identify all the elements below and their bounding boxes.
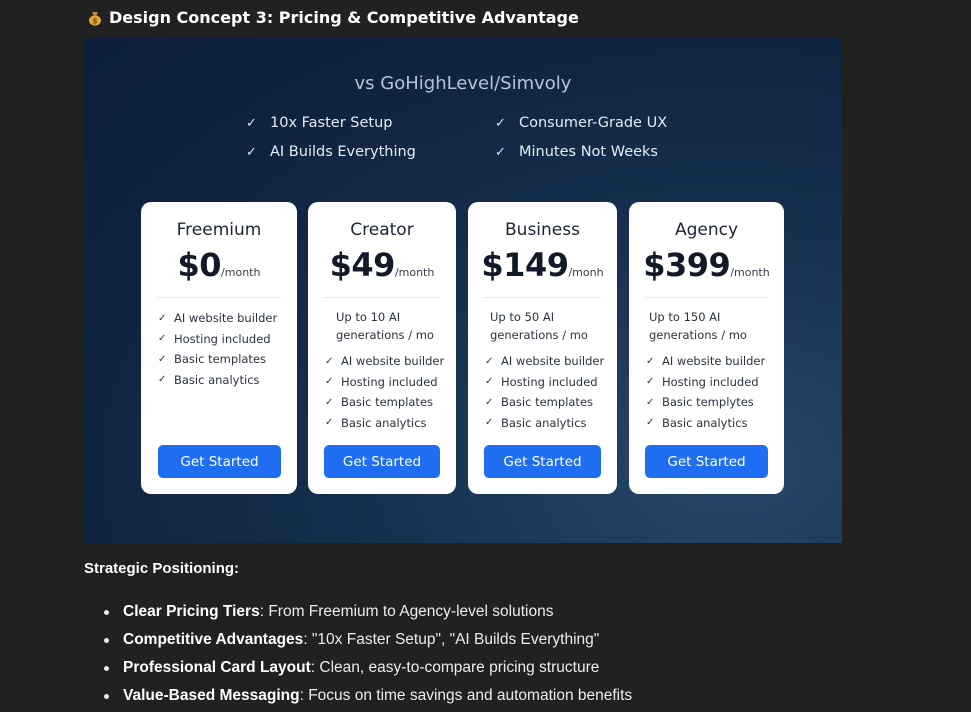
pricing-card-agency: Agency $399/month Up to 150 AI generatio… [629, 202, 784, 494]
checkmark-icon: ✓ [158, 353, 167, 365]
generation-limit: Up to 150 AI generations / mo [649, 310, 747, 342]
banner-title: vs GoHighLevel/Simvoly [354, 73, 572, 94]
feature-item: ✓ Basic templates [158, 352, 267, 367]
pricing-card-creator: Creator $49/month Up to 10 AI generation… [308, 202, 456, 494]
checkmark-icon: ✓ [485, 376, 494, 388]
plan-price: $399/month [643, 246, 770, 284]
generation-limit: Up to 10 AI generations / mo [336, 310, 434, 342]
feature-item: ✓ Hosting included [158, 331, 271, 346]
checkmark-icon: ✓ [325, 396, 334, 408]
checkmark-icon: ✓ [325, 355, 334, 367]
feature-item: ✓ Basic analytics [646, 415, 748, 430]
feature-list: ✓ AI website builder ✓ Hosting included ✓ B… [325, 351, 444, 433]
feature-item: ✓ Basic analytics [485, 415, 587, 430]
checkmark-icon: ✓ [485, 396, 494, 408]
plan-name: Freemium [176, 220, 262, 240]
bullet-icon [104, 609, 109, 615]
checkmark-icon: ✓ [325, 376, 334, 388]
feature-item: ✓ AI website builder [485, 354, 605, 369]
divider [484, 297, 601, 298]
bullet-icon [104, 665, 109, 671]
feature-item: ✓ AI website builder [325, 354, 445, 369]
plan-price: $49/month [329, 246, 435, 284]
checkmark-icon: ✓ [646, 376, 655, 388]
advantage-item: ✓ Consumer-Grade UX [495, 115, 668, 131]
feature-item: ✓ Basic analytics [158, 372, 260, 387]
list-item: Value-Based Messaging: Focus on time sav… [104, 682, 632, 710]
feature-item: ✓ Hosting included [646, 374, 759, 389]
checkmark-icon: ✓ [495, 115, 506, 131]
advantage-item: ✓ Minutes Not Weeks [495, 144, 658, 160]
checkmark-icon: ✓ [485, 417, 494, 429]
checkmark-icon: ✓ [246, 115, 257, 131]
bullet-icon [104, 693, 109, 699]
feature-item: ✓ Hosting included [325, 374, 438, 389]
plan-name: Business [505, 220, 580, 240]
feature-list: ✓ AI website builder ✓ Hosting included ✓ B… [158, 308, 277, 390]
strategy-list: Clear Pricing Tiers: From Freemium to Ag… [104, 598, 632, 710]
strategy-heading: Strategic Positioning: [84, 560, 240, 577]
feature-item: ✓ Basic templates [485, 395, 594, 410]
divider [324, 297, 440, 298]
feature-item: ✓ Basic templytes [646, 395, 754, 410]
svg-text:$: $ [92, 16, 97, 25]
checkmark-icon: ✓ [158, 333, 167, 345]
divider [157, 297, 281, 298]
feature-list: ✓ AI website builder ✓ Hosting included ✓ B… [646, 351, 765, 433]
checkmark-icon: ✓ [495, 144, 506, 160]
pricing-banner-image: vs GoHighLevel/Simvoly ✓ 10x Faster Setu… [84, 38, 842, 543]
checkmark-icon: ✓ [158, 374, 167, 386]
feature-list: ✓ AI website builder ✓ Hosting included ✓ B… [485, 351, 604, 433]
generation-limit: Up to 50 AI generations / mo [490, 310, 588, 342]
get-started-button[interactable]: Get Started [158, 445, 281, 478]
plan-price: $0/month [177, 246, 261, 284]
advantage-item: ✓ 10x Faster Setup [246, 115, 393, 131]
checkmark-icon: ✓ [158, 312, 167, 324]
get-started-button[interactable]: Get Started [484, 445, 601, 478]
get-started-button[interactable]: Get Started [645, 445, 768, 478]
get-started-button[interactable]: Get Started [324, 445, 440, 478]
bullet-icon [104, 637, 109, 643]
pricing-card-freemium: Freemium $0/month ✓ AI website builder ✓ H… [141, 202, 297, 494]
checkmark-icon: ✓ [646, 417, 655, 429]
feature-item: ✓ AI website builder [158, 311, 278, 326]
pricing-card-business: Business $149/monh Up to 50 AI generatio… [468, 202, 617, 494]
list-item: Professional Card Layout: Clean, easy-to… [104, 654, 632, 682]
list-item: Competitive Advantages: "10x Faster Setu… [104, 626, 632, 654]
divider [645, 297, 768, 298]
list-item: Clear Pricing Tiers: From Freemium to Ag… [104, 598, 632, 626]
feature-item: ✓ Basic templates [325, 395, 434, 410]
section-title: Design Concept 3: Pricing & Competitive … [109, 8, 579, 27]
checkmark-icon: ✓ [485, 355, 494, 367]
plan-name: Agency [674, 220, 739, 240]
feature-item: ✓ Hosting included [485, 374, 598, 389]
advantage-item: ✓ AI Builds Everything [246, 144, 416, 160]
feature-item: ✓ Basic analytics [325, 415, 427, 430]
plan-price: $149/monh [481, 246, 604, 284]
checkmark-icon: ✓ [246, 144, 257, 160]
section-heading: $ Design Concept 3: Pricing & Competitiv… [87, 8, 579, 27]
feature-item: ✓ AI website builder [646, 354, 766, 369]
checkmark-icon: ✓ [646, 396, 655, 408]
plan-name: Creator [350, 220, 414, 240]
money-bag-icon: $ [87, 10, 103, 26]
checkmark-icon: ✓ [646, 355, 655, 367]
checkmark-icon: ✓ [325, 417, 334, 429]
